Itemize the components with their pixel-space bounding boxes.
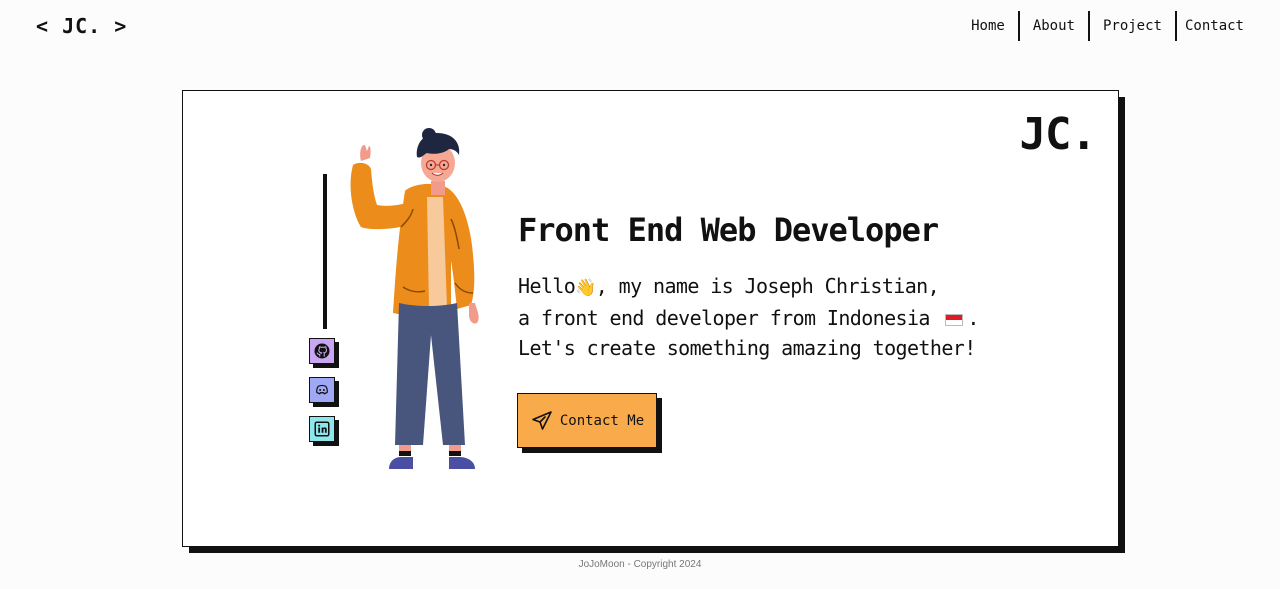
hero-card: JC. Front End Web Developer Hello👋, my n… xyxy=(182,90,1119,547)
send-icon xyxy=(532,410,552,430)
nav-contact[interactable]: Contact xyxy=(1177,11,1244,41)
hero-headline: Front End Web Developer xyxy=(518,211,939,249)
waving-hand-emoji: 👋 xyxy=(575,278,596,298)
discord-icon xyxy=(316,384,328,395)
discord-link[interactable] xyxy=(309,377,335,403)
main-nav: Home About Project Contact xyxy=(958,11,1244,41)
nav-project[interactable]: Project xyxy=(1090,11,1175,41)
card-logo-mark: JC. xyxy=(1019,109,1097,160)
footer-copyright: JoJoMoon - Copyright 2024 xyxy=(578,559,702,570)
linkedin-icon xyxy=(314,421,330,437)
site-logo[interactable]: < JC. > xyxy=(36,14,127,38)
contact-me-button[interactable]: Contact Me xyxy=(517,393,657,448)
linkedin-link[interactable] xyxy=(309,416,335,442)
nav-home[interactable]: Home xyxy=(958,11,1018,41)
developer-illustration xyxy=(350,128,479,469)
intro-line-2: a front end developer from Indonesia . xyxy=(518,306,979,330)
social-rail-line xyxy=(323,174,327,329)
hero-intro: Hello👋, my name is Joseph Christian, a f… xyxy=(518,271,979,363)
nav-about[interactable]: About xyxy=(1020,11,1088,41)
intro-line-3: Let's create something amazing together! xyxy=(518,336,976,360)
intro-line-1: Hello👋, my name is Joseph Christian, xyxy=(518,274,940,298)
github-icon xyxy=(314,343,330,359)
github-link[interactable] xyxy=(309,338,335,364)
indonesia-flag-icon xyxy=(945,313,964,326)
contact-me-label: Contact Me xyxy=(559,412,645,429)
